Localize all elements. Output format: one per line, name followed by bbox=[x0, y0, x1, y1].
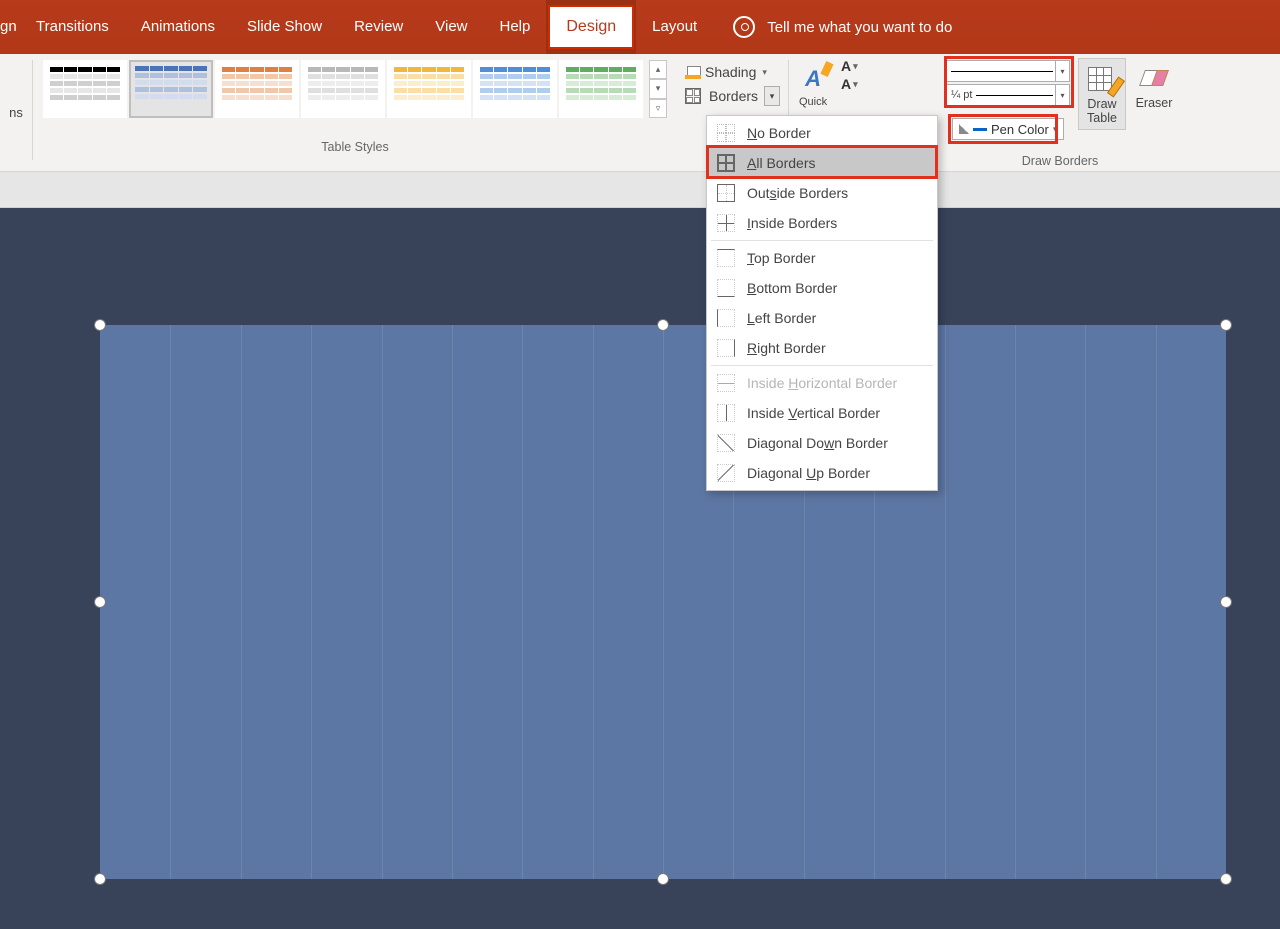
menu-left-border[interactable]: Left Border bbox=[707, 303, 937, 333]
table-style-thumb-1[interactable] bbox=[129, 60, 213, 118]
ribbon: ns ▴▾▿ Table Styles Shading ▾ Borders ▾ … bbox=[0, 54, 1280, 172]
draw-borders-group-label: Draw Borders bbox=[960, 154, 1160, 168]
right-border-icon bbox=[717, 339, 735, 357]
inside-borders-icon bbox=[717, 214, 735, 232]
gallery-scroll[interactable]: ▴▾▿ bbox=[649, 60, 667, 118]
chevron-down-icon: ▾ bbox=[762, 67, 767, 78]
table-styles-group: ▴▾▿ Table Styles bbox=[33, 54, 677, 171]
draw-table-button[interactable]: DrawTable bbox=[1078, 58, 1126, 130]
ribbon-tabstrip: gn Transitions Animations Slide Show Rev… bbox=[0, 0, 1280, 54]
selected-table[interactable] bbox=[100, 325, 1226, 879]
tellme-input[interactable]: Tell me what you want to do bbox=[767, 19, 952, 36]
tab-transitions[interactable]: Transitions bbox=[20, 0, 125, 54]
menu-diagonal-down-border[interactable]: Diagonal Down Border bbox=[707, 428, 937, 458]
no-border-icon bbox=[717, 124, 735, 142]
tab-layout[interactable]: Layout bbox=[636, 0, 713, 54]
menu-bottom-border[interactable]: Bottom Border bbox=[707, 273, 937, 303]
slide-canvas[interactable] bbox=[0, 208, 1280, 929]
pen-weight-dropdown[interactable]: ¼ pt ▾ bbox=[946, 84, 1070, 106]
resize-handle-ml[interactable] bbox=[94, 596, 106, 608]
menu-outside-borders[interactable]: Outside Borders bbox=[707, 178, 937, 208]
chevron-down-icon[interactable]: ▾ bbox=[1055, 61, 1069, 81]
borders-dropdown-arrow[interactable]: ▾ bbox=[764, 86, 780, 106]
all-borders-icon bbox=[717, 154, 735, 172]
menu-right-border[interactable]: Right Border bbox=[707, 333, 937, 363]
eraser-button[interactable]: Eraser bbox=[1130, 58, 1178, 114]
shading-borders-group: Shading ▾ Borders ▾ bbox=[677, 54, 782, 108]
menu-diagonal-up-border[interactable]: Diagonal Up Border bbox=[707, 458, 937, 488]
chevron-down-icon[interactable]: ▾ bbox=[1055, 85, 1069, 105]
table-style-thumb-0[interactable] bbox=[43, 60, 127, 118]
tab-design-context[interactable]: Design bbox=[546, 0, 636, 54]
outside-borders-icon bbox=[717, 184, 735, 202]
text-fill-outline: A▾ A▾ bbox=[841, 54, 858, 92]
resize-handle-mr[interactable] bbox=[1220, 596, 1232, 608]
tab-view[interactable]: View bbox=[419, 0, 483, 54]
tab-help[interactable]: Help bbox=[484, 0, 547, 54]
borders-dropdown-menu: No Border All Borders Outside Borders In… bbox=[706, 115, 938, 491]
tab-animations[interactable]: Animations bbox=[125, 0, 231, 54]
table-style-thumb-6[interactable] bbox=[559, 60, 643, 118]
wordart-quickstyles[interactable]: A Quick bbox=[789, 54, 833, 108]
menu-no-border[interactable]: No Border bbox=[707, 118, 937, 148]
table-style-thumb-2[interactable] bbox=[215, 60, 299, 118]
tab-design-label: Design bbox=[548, 5, 634, 49]
shading-icon bbox=[685, 64, 701, 80]
shading-dropdown[interactable]: Shading ▾ bbox=[685, 60, 780, 84]
tab-slideshow[interactable]: Slide Show bbox=[231, 0, 338, 54]
text-fill-dropdown[interactable]: A▾ bbox=[841, 58, 858, 74]
table-style-thumb-5[interactable] bbox=[473, 60, 557, 118]
borders-splitbutton[interactable]: Borders ▾ bbox=[685, 84, 780, 108]
chevron-down-icon: ▾ bbox=[1053, 124, 1058, 135]
tab-review[interactable]: Review bbox=[338, 0, 419, 54]
pen-color-dropdown[interactable]: Pen Color ▾ bbox=[952, 118, 1064, 140]
diagonal-down-icon bbox=[717, 434, 735, 452]
pen-style-line-icon bbox=[951, 71, 1053, 72]
menu-all-borders[interactable]: All Borders bbox=[707, 148, 937, 178]
eraser-icon bbox=[1138, 62, 1170, 94]
table-style-thumb-3[interactable] bbox=[301, 60, 385, 118]
table-styles-gallery: ▴▾▿ bbox=[43, 60, 667, 118]
inside-vertical-icon bbox=[717, 404, 735, 422]
tellme-bulb-icon bbox=[733, 16, 755, 38]
top-border-icon bbox=[717, 249, 735, 267]
sub-band bbox=[0, 172, 1280, 208]
pen-style-dropdown[interactable]: ▾ bbox=[946, 60, 1070, 82]
text-outline-dropdown[interactable]: A▾ bbox=[841, 76, 858, 92]
menu-inside-borders[interactable]: Inside Borders bbox=[707, 208, 937, 238]
table-styles-label: Table Styles bbox=[43, 140, 667, 154]
resize-handle-tr[interactable] bbox=[1220, 319, 1232, 331]
diagonal-up-icon bbox=[717, 464, 735, 482]
menu-top-border[interactable]: Top Border bbox=[707, 243, 937, 273]
pencil-icon bbox=[959, 124, 969, 134]
bottom-border-icon bbox=[717, 279, 735, 297]
quick-styles-icon: A bbox=[797, 60, 829, 98]
resize-handle-br[interactable] bbox=[1220, 873, 1232, 885]
pen-color-swatch bbox=[973, 128, 987, 131]
left-border-icon bbox=[717, 309, 735, 327]
tab-partial[interactable]: gn bbox=[0, 0, 20, 54]
table-style-thumb-4[interactable] bbox=[387, 60, 471, 118]
pen-weight-line-icon bbox=[976, 95, 1053, 96]
ribbon-left-partial: ns bbox=[0, 54, 32, 171]
menu-inside-vertical-border[interactable]: Inside Vertical Border bbox=[707, 398, 937, 428]
pen-controls: ▾ ¼ pt ▾ bbox=[946, 60, 1070, 108]
draw-table-icon bbox=[1086, 63, 1118, 95]
inside-horizontal-icon bbox=[717, 374, 735, 392]
resize-handle-tl[interactable] bbox=[94, 319, 106, 331]
resize-handle-bl[interactable] bbox=[94, 873, 106, 885]
borders-icon bbox=[685, 88, 701, 104]
menu-inside-horizontal-border: Inside Horizontal Border bbox=[707, 368, 937, 398]
pen-weight-value: ¼ pt bbox=[951, 89, 972, 101]
